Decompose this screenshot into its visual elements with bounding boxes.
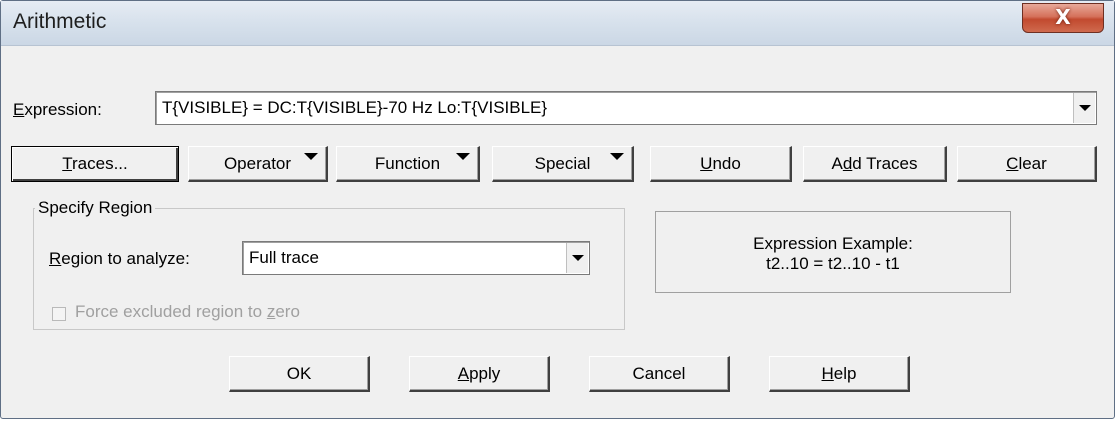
cancel-label: Cancel — [632, 364, 686, 383]
undo-button[interactable]: Undo — [650, 146, 792, 182]
expression-label: Expression: — [13, 100, 102, 119]
title-bar[interactable]: Arithmetic X — [1, 1, 1114, 46]
operator-button[interactable]: Operator — [188, 146, 328, 182]
region-dropdown[interactable]: Full trace — [242, 241, 590, 275]
region-label: Region to analyze: — [49, 249, 190, 268]
chevron-down-icon[interactable] — [1073, 93, 1095, 123]
operator-label: Operator — [223, 154, 292, 173]
ok-label: OK — [286, 364, 312, 383]
cancel-button[interactable]: Cancel — [589, 356, 730, 392]
specify-region-title: Specify Region — [35, 198, 156, 218]
ok-button[interactable]: OK — [229, 356, 370, 392]
region-value: Full trace — [249, 248, 319, 267]
special-label: Special — [534, 154, 591, 173]
arithmetic-dialog: Arithmetic X Expression: T{VISIBLE} = DC… — [0, 0, 1115, 419]
clear-button[interactable]: Clear — [957, 146, 1097, 182]
special-button[interactable]: Special — [492, 146, 634, 182]
caret-down-icon — [456, 153, 470, 160]
traces-button[interactable]: Traces... — [11, 146, 179, 182]
force-zero-label: Force excluded region to zero — [75, 302, 300, 321]
close-icon: X — [1055, 5, 1071, 29]
function-button[interactable]: Function — [336, 146, 480, 182]
example-heading: Expression Example: — [753, 234, 913, 253]
apply-button[interactable]: Apply — [409, 356, 550, 392]
force-zero-checkbox[interactable] — [52, 307, 66, 321]
dialog-body: Expression: T{VISIBLE} = DC:T{VISIBLE}-7… — [7, 46, 1108, 412]
help-button[interactable]: Help — [769, 356, 910, 392]
caret-down-icon — [304, 153, 318, 160]
close-button[interactable]: X — [1022, 3, 1104, 33]
add-traces-button[interactable]: Add Traces — [803, 146, 947, 182]
chevron-down-icon[interactable] — [566, 243, 588, 273]
expression-combobox[interactable]: T{VISIBLE} = DC:T{VISIBLE}-70 Hz Lo:T{VI… — [155, 91, 1097, 125]
expression-input[interactable]: T{VISIBLE} = DC:T{VISIBLE}-70 Hz Lo:T{VI… — [162, 98, 547, 118]
caret-down-icon — [610, 153, 624, 160]
window-title: Arithmetic — [13, 10, 107, 33]
example-formula: t2..10 = t2..10 - t1 — [766, 254, 900, 273]
function-label: Function — [374, 154, 441, 173]
expression-example-box: Expression Example: t2..10 = t2..10 - t1 — [655, 211, 1011, 293]
